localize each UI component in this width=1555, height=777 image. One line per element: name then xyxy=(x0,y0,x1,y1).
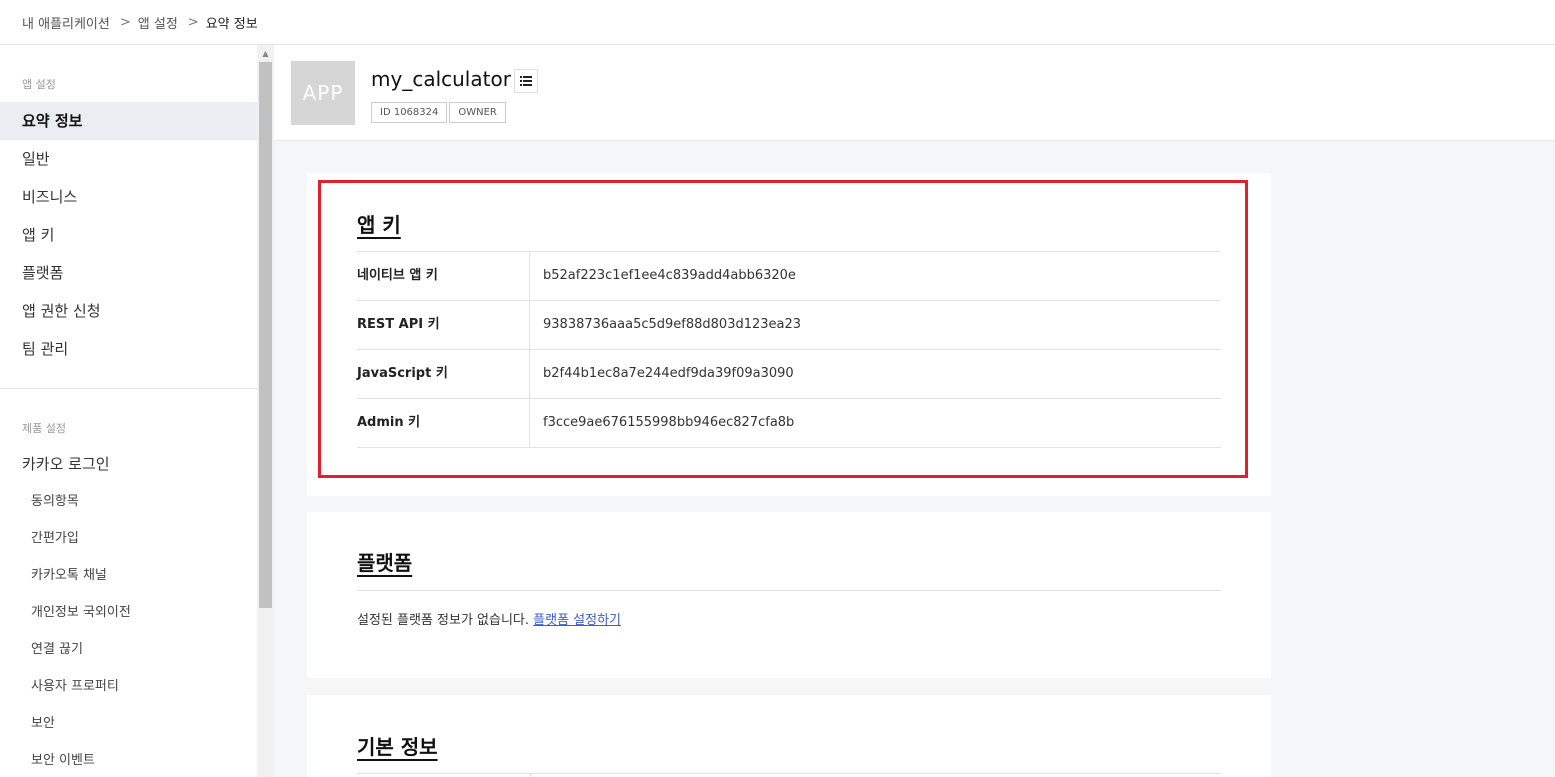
platform-settings-link[interactable]: 플랫폼 설정하기 xyxy=(533,613,621,628)
sidebar-item-kakao-login[interactable]: 카카오 로그인 xyxy=(0,445,257,483)
sidebar: 앱 설정 요약 정보 일반 비즈니스 앱 키 플랫폼 앱 권한 신청 팀 관리 … xyxy=(0,45,257,777)
scrollbar-thumb[interactable] xyxy=(259,62,272,608)
main-content: APP my_calculator ID 1068324 OWNER 앱 키 네… xyxy=(274,45,1555,777)
sidebar-subitem-overseas-transfer[interactable]: 개인정보 국외이전 xyxy=(0,594,257,631)
app-keys-table: 네이티브 앱 키 b52af223c1ef1ee4c839add4abb6320… xyxy=(357,251,1221,448)
sidebar-product-nav: 카카오 로그인 동의항목 간편가입 카카오톡 채널 개인정보 국외이전 연결 끊… xyxy=(0,445,257,777)
app-header: APP my_calculator ID 1068324 OWNER xyxy=(274,45,1555,141)
basic-info-card: 기본 정보 xyxy=(307,695,1271,777)
sidebar-item-business[interactable]: 비즈니스 xyxy=(0,178,257,216)
platform-empty-text: 설정된 플랫폼 정보가 없습니다. xyxy=(357,613,530,628)
app-role-badge: OWNER xyxy=(449,102,506,123)
app-name: my_calculator xyxy=(371,67,511,91)
sidebar-item-general[interactable]: 일반 xyxy=(0,140,257,178)
basic-info-column-divider xyxy=(530,773,531,777)
sidebar-scrollbar[interactable]: ▲ xyxy=(257,45,274,777)
list-icon xyxy=(520,76,532,86)
sidebar-item-summary[interactable]: 요약 정보 xyxy=(0,102,257,140)
platform-empty-message: 설정된 플랫폼 정보가 없습니다. 플랫폼 설정하기 xyxy=(357,609,621,628)
sidebar-subitem-security[interactable]: 보안 xyxy=(0,705,257,742)
sidebar-subitem-simple-signup[interactable]: 간편가입 xyxy=(0,520,257,557)
table-row: JavaScript 키 b2f44b1ec8a7e244edf9da39f09… xyxy=(357,350,1221,399)
key-value-javascript[interactable]: b2f44b1ec8a7e244edf9da39f09a3090 xyxy=(530,350,794,398)
sidebar-subitem-kakaotalk-channel[interactable]: 카카오톡 채널 xyxy=(0,557,257,594)
sidebar-subitem-unlink[interactable]: 연결 끊기 xyxy=(0,631,257,668)
platform-title: 플랫폼 xyxy=(357,551,413,575)
table-row: Admin 키 f3cce9ae676155998bb946ec827cfa8b xyxy=(357,399,1221,448)
app-id-badge: ID 1068324 xyxy=(371,102,448,123)
breadcrumb-separator: > xyxy=(119,14,131,30)
key-value-rest-api[interactable]: 93838736aaa5c5d9ef88d803d123ea23 xyxy=(530,301,801,349)
breadcrumb-summary: 요약 정보 xyxy=(205,16,258,32)
platform-card: 플랫폼 설정된 플랫폼 정보가 없습니다. 플랫폼 설정하기 xyxy=(307,512,1271,678)
platform-divider xyxy=(357,590,1221,591)
app-badges: ID 1068324 OWNER xyxy=(371,102,506,123)
scroll-up-arrow-icon[interactable]: ▲ xyxy=(257,45,274,62)
sidebar-app-nav: 요약 정보 일반 비즈니스 앱 키 플랫폼 앱 권한 신청 팀 관리 xyxy=(0,102,257,368)
key-value-native[interactable]: b52af223c1ef1ee4c839add4abb6320e xyxy=(530,252,796,300)
basic-info-divider xyxy=(357,773,1221,774)
app-keys-card: 앱 키 네이티브 앱 키 b52af223c1ef1ee4c839add4abb… xyxy=(307,173,1271,496)
breadcrumb-separator: > xyxy=(187,14,199,30)
sidebar-divider xyxy=(0,388,257,389)
basic-info-title: 기본 정보 xyxy=(357,735,438,759)
key-name-javascript: JavaScript 키 xyxy=(357,350,530,398)
sidebar-section-app-settings: 앱 설정 xyxy=(22,78,56,91)
sidebar-subitem-security-events[interactable]: 보안 이벤트 xyxy=(0,742,257,777)
sidebar-subitem-consent[interactable]: 동의항목 xyxy=(0,483,257,520)
app-list-button[interactable] xyxy=(514,69,538,93)
sidebar-item-app-permission[interactable]: 앱 권한 신청 xyxy=(0,292,257,330)
app-keys-title: 앱 키 xyxy=(357,213,401,237)
key-name-admin: Admin 키 xyxy=(357,399,530,447)
sidebar-item-app-keys[interactable]: 앱 키 xyxy=(0,216,257,254)
sidebar-item-team[interactable]: 팀 관리 xyxy=(0,330,257,368)
app-thumbnail: APP xyxy=(291,61,355,125)
sidebar-section-product-settings: 제품 설정 xyxy=(22,422,66,435)
table-row: REST API 키 93838736aaa5c5d9ef88d803d123e… xyxy=(357,301,1221,350)
table-row: 네이티브 앱 키 b52af223c1ef1ee4c839add4abb6320… xyxy=(357,252,1221,301)
breadcrumb-my-apps[interactable]: 내 애플리케이션 xyxy=(22,13,110,32)
key-name-rest-api: REST API 키 xyxy=(357,301,530,349)
key-value-admin[interactable]: f3cce9ae676155998bb946ec827cfa8b xyxy=(530,399,794,447)
breadcrumb-app-settings[interactable]: 앱 설정 xyxy=(138,13,178,32)
sidebar-subitem-user-property[interactable]: 사용자 프로퍼티 xyxy=(0,668,257,705)
sidebar-item-platform[interactable]: 플랫폼 xyxy=(0,254,257,292)
key-name-native: 네이티브 앱 키 xyxy=(357,252,530,300)
breadcrumb: 내 애플리케이션 > 앱 설정 > 요약 정보 xyxy=(0,0,1555,45)
